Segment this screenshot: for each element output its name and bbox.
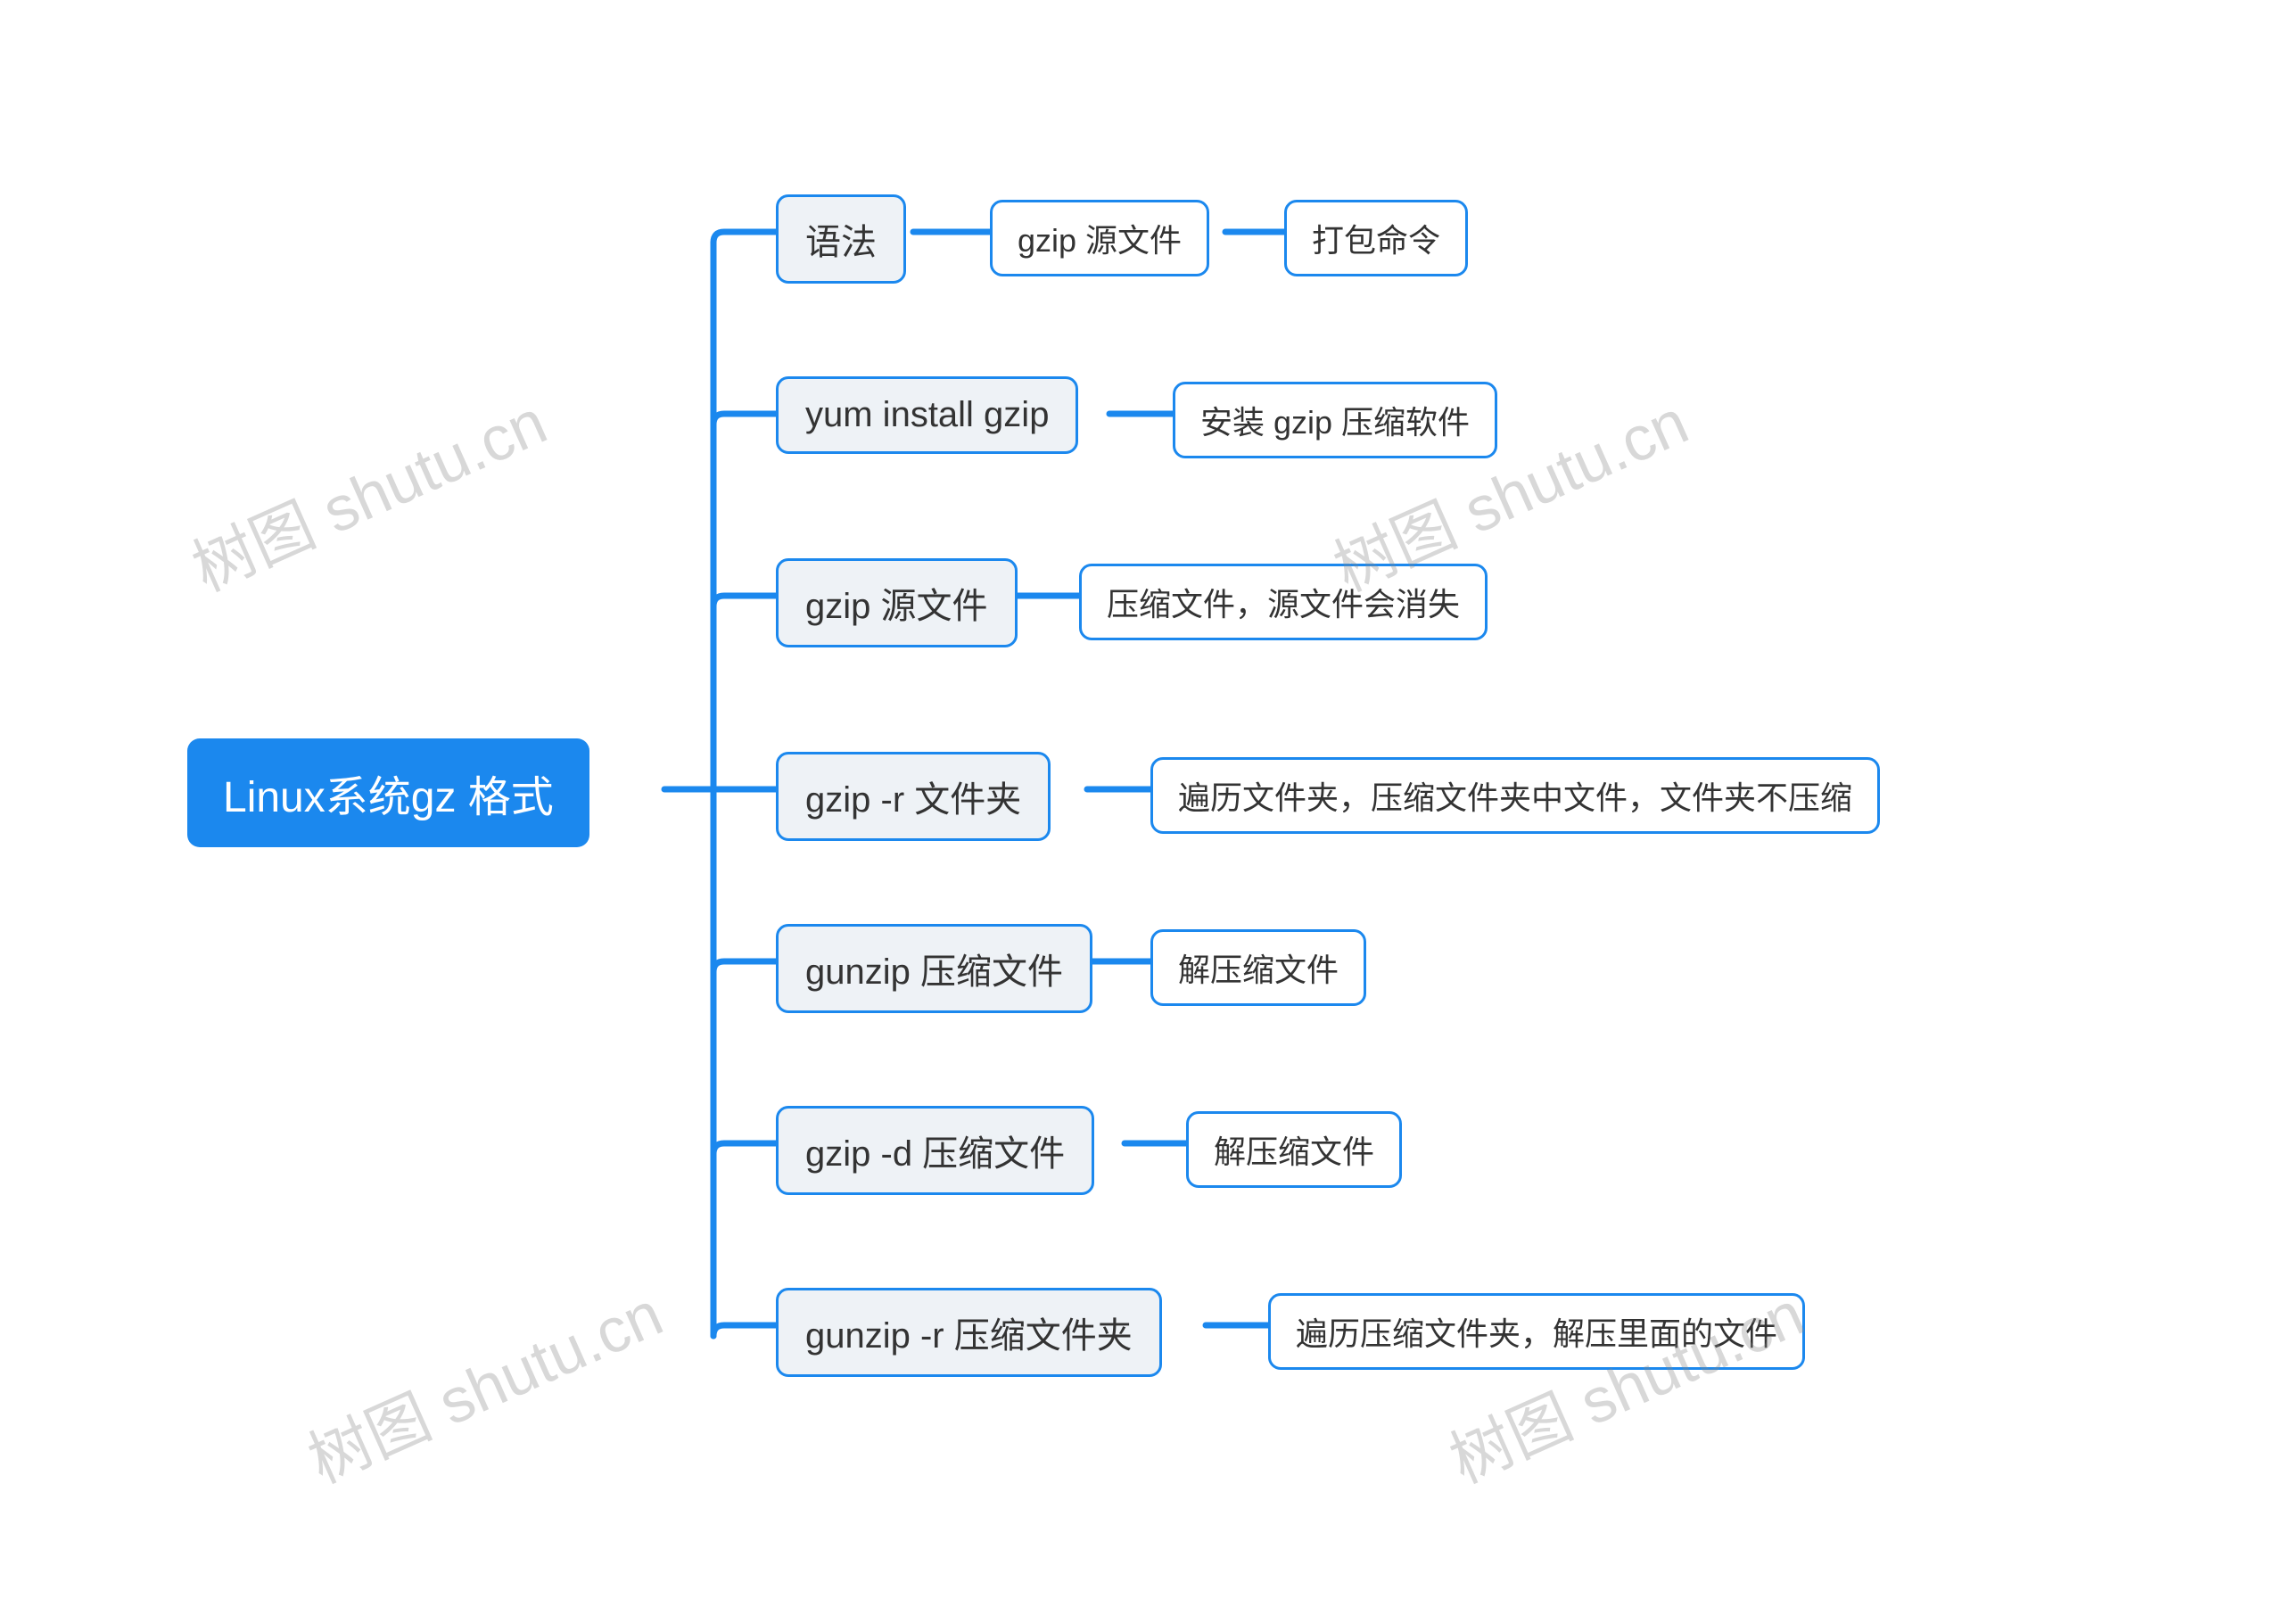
- leaf-label: 安装 gzip 压缩软件: [1200, 397, 1470, 443]
- branch-label: gzip -r 文件夹: [805, 771, 1021, 822]
- leaf-label: 打包命令: [1312, 215, 1440, 261]
- watermark: 树图 shutu.cn: [293, 1265, 674, 1501]
- branch-label: 语法: [805, 213, 877, 265]
- branch-node-yum-install[interactable]: yum install gzip: [776, 376, 1078, 454]
- root-node[interactable]: Linux系统gz 格式: [187, 738, 589, 847]
- leaf-label: 遍历压缩文件夹，解压里面的文件: [1296, 1308, 1777, 1355]
- leaf-node-install-desc[interactable]: 安装 gzip 压缩软件: [1173, 382, 1497, 458]
- leaf-node-compress-desc[interactable]: 压缩文件，源文件会消失: [1079, 564, 1488, 640]
- leaf-node-gzip-source[interactable]: gzip 源文件: [990, 200, 1209, 276]
- branch-node-syntax[interactable]: 语法: [776, 194, 906, 284]
- branch-label: gzip -d 压缩文件: [805, 1125, 1065, 1176]
- leaf-label: 遍历文件夹，压缩文件夹中文件，文件夹不压缩: [1178, 772, 1852, 819]
- mindmap-canvas: Linux系统gz 格式 语法 gzip 源文件 打包命令 yum instal…: [0, 0, 2283, 1624]
- branch-node-gzip-src[interactable]: gzip 源文件: [776, 558, 1018, 647]
- branch-node-gzip-d[interactable]: gzip -d 压缩文件: [776, 1106, 1094, 1195]
- leaf-label: gzip 源文件: [1018, 215, 1182, 261]
- leaf-node-pack-cmd[interactable]: 打包命令: [1284, 200, 1468, 276]
- branch-label: gunzip 压缩文件: [805, 943, 1063, 994]
- branch-node-gunzip-r[interactable]: gunzip -r 压缩文件夹: [776, 1288, 1162, 1377]
- leaf-node-gzip-d-desc[interactable]: 解压缩文件: [1186, 1111, 1402, 1188]
- branch-label: gzip 源文件: [805, 577, 988, 629]
- leaf-label: 压缩文件，源文件会消失: [1107, 579, 1460, 625]
- root-label: Linux系统gz 格式: [223, 762, 554, 824]
- branch-node-gzip-r[interactable]: gzip -r 文件夹: [776, 752, 1051, 841]
- leaf-label: 解压缩文件: [1214, 1126, 1374, 1173]
- watermark: 树图 shutu.cn: [177, 373, 558, 609]
- leaf-label: 解压缩文件: [1178, 944, 1339, 991]
- leaf-node-gunzip-desc[interactable]: 解压缩文件: [1150, 929, 1366, 1006]
- branch-label: gunzip -r 压缩文件夹: [805, 1307, 1133, 1358]
- branch-node-gunzip[interactable]: gunzip 压缩文件: [776, 924, 1092, 1013]
- leaf-node-gunzip-r-desc[interactable]: 遍历压缩文件夹，解压里面的文件: [1268, 1293, 1805, 1370]
- leaf-node-gzip-r-desc[interactable]: 遍历文件夹，压缩文件夹中文件，文件夹不压缩: [1150, 757, 1880, 834]
- branch-label: yum install gzip: [805, 395, 1049, 435]
